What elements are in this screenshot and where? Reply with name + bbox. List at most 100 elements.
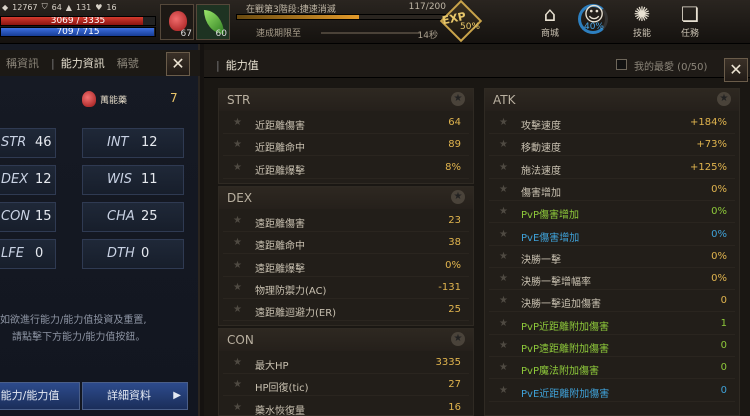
favorite-star-icon[interactable]: ★ bbox=[233, 282, 242, 293]
stat-row[interactable]: ★ HP回復(tic) 27 bbox=[223, 375, 469, 397]
skill-icon: ✺ bbox=[633, 2, 651, 26]
con-card: CON ★ ★ 最大HP 3335 ★ HP回復(tic) 27 ★ 藥水恢復量 16 bbox=[218, 328, 474, 416]
close-character-panel-button[interactable]: ✕ bbox=[166, 52, 190, 76]
stat-row[interactable]: ★ 物理防禦力(AC) -131 bbox=[223, 278, 469, 299]
stat-row-name: 物理防禦力(AC) bbox=[255, 285, 327, 297]
stat-row[interactable]: ★ 近距離命中 89 bbox=[223, 135, 469, 157]
favorite-star-icon[interactable]: ★ bbox=[233, 379, 242, 390]
stat-row[interactable]: ★ PvP魔法附加傷害 0 bbox=[489, 358, 735, 380]
stat-row[interactable]: ★ 決勝一擊追加傷害 0 bbox=[489, 291, 735, 313]
stat-row-value: 27 bbox=[448, 379, 461, 391]
stat-row[interactable]: ★ 攻擊速度 +184% bbox=[489, 113, 735, 134]
stat-row-value: +184% bbox=[690, 117, 727, 128]
stat-row[interactable]: ★ 最大HP 3335 bbox=[223, 353, 469, 374]
favorite-star-icon[interactable]: ★ bbox=[499, 340, 508, 351]
favorite-star-icon[interactable]: ★ bbox=[499, 184, 508, 195]
stat-row-name: 遠距離爆擊 bbox=[255, 263, 305, 275]
tab-ability-info[interactable]: 能力資訊 bbox=[45, 55, 111, 71]
stat-name: STR bbox=[1, 135, 27, 150]
leaf-item-slot[interactable]: 60 bbox=[196, 4, 230, 40]
stat-row[interactable]: ★ 施法速度 +125% bbox=[489, 158, 735, 179]
favorite-star-icon[interactable]: ★ bbox=[499, 139, 508, 150]
favorite-star-icon[interactable]: ★ bbox=[451, 92, 465, 106]
favorite-star-icon[interactable]: ★ bbox=[499, 295, 508, 306]
favorite-star-icon[interactable]: ★ bbox=[499, 385, 508, 396]
favorite-star-icon[interactable]: ★ bbox=[499, 206, 508, 217]
stat-row-name: 決勝一擊增幅率 bbox=[521, 277, 591, 289]
favorite-star-icon[interactable]: ★ bbox=[233, 162, 242, 173]
favorite-star-icon[interactable]: ★ bbox=[499, 362, 508, 373]
stat-con: CON 15 bbox=[0, 202, 56, 232]
stat-row[interactable]: ★ 遠距離傷害 23 bbox=[223, 211, 469, 232]
hud-stats: ◆ 12767 ⛉ 64 ▲ 131 ♥ 16 bbox=[2, 2, 152, 12]
character-icon: ☺ bbox=[583, 2, 605, 26]
skill-button[interactable]: ✺ 技能 bbox=[620, 2, 664, 42]
shop-button[interactable]: ⌂ 商城 bbox=[528, 2, 572, 42]
favorite-star-icon[interactable]: ★ bbox=[717, 92, 731, 106]
close-ability-panel-button[interactable]: ✕ bbox=[724, 58, 748, 82]
stat-row-value: 3335 bbox=[435, 357, 461, 368]
favorite-star-icon[interactable]: ★ bbox=[233, 402, 242, 413]
stat-row-value: 0% bbox=[711, 228, 727, 240]
favorite-star-icon[interactable]: ★ bbox=[233, 304, 242, 315]
details-button[interactable]: 詳細資料 ▶ bbox=[82, 382, 188, 410]
dex-card: DEX ★ ★ 遠距離傷害 23 ★ 遠距離命中 38 ★ 遠距離爆擊 0% ★ 物理防禦力(AC)… bbox=[218, 186, 474, 326]
stat-row[interactable]: ★ 近距離傷害 64 bbox=[223, 113, 469, 134]
stat-row[interactable]: ★ PvE近距離附加傷害 0 bbox=[489, 381, 735, 402]
stat-row-value: 0 bbox=[720, 340, 727, 351]
favorite-star-icon[interactable]: ★ bbox=[499, 162, 508, 173]
allocate-stats-label: 能力/能力值 bbox=[0, 389, 60, 402]
favorite-star-icon[interactable]: ★ bbox=[451, 332, 465, 346]
stat-row[interactable]: ★ 遠距離迴避力(ER) 25 bbox=[223, 300, 469, 322]
top-hud: ◆ 12767 ⛉ 64 ▲ 131 ♥ 16 3069 / 3335 709 / 71… bbox=[0, 0, 750, 44]
favorite-star-icon[interactable]: ★ bbox=[233, 237, 242, 248]
favorite-star-icon[interactable]: ★ bbox=[233, 357, 242, 368]
stat-row[interactable]: ★ PvE傷害增加 0% bbox=[489, 225, 735, 246]
allocate-stats-button[interactable]: 能力/能力值 bbox=[0, 382, 80, 410]
quest-button[interactable]: ❏ 任務 bbox=[668, 2, 712, 42]
favorite-star-icon[interactable]: ★ bbox=[233, 260, 242, 271]
armor-icon: ▲ bbox=[65, 2, 72, 12]
card-header: DEX ★ bbox=[219, 187, 473, 209]
stat-row[interactable]: ★ 決勝一擊 0% bbox=[489, 247, 735, 268]
stat-row[interactable]: ★ 傷害增加 0% bbox=[489, 180, 735, 201]
mp-bar: 709 / 715 bbox=[0, 27, 156, 37]
stat-row-value: +73% bbox=[696, 139, 727, 151]
stat-row-value: 0 bbox=[720, 362, 727, 374]
stat-row[interactable]: ★ PvP近距離附加傷害 1 bbox=[489, 314, 735, 335]
stat-name: LFE bbox=[1, 246, 24, 261]
character-button[interactable]: ☺ 40% bbox=[572, 2, 616, 42]
stat-lfe: LFE 0 bbox=[0, 239, 56, 269]
stat-row[interactable]: ★ PvP傷害增加 0% bbox=[489, 202, 735, 224]
stat-row-value: 89 bbox=[448, 139, 461, 151]
favorite-star-icon[interactable]: ★ bbox=[233, 117, 242, 128]
stat-value: 25 bbox=[141, 209, 158, 224]
favorites-checkbox[interactable] bbox=[616, 59, 627, 70]
stat-row[interactable]: ★ 藥水恢復量 16 bbox=[223, 398, 469, 416]
favorite-star-icon[interactable]: ★ bbox=[233, 215, 242, 226]
card-title: STR bbox=[227, 93, 251, 107]
potion-slot[interactable]: 67 bbox=[160, 4, 194, 40]
stat-row[interactable]: ★ 近距離爆擊 8% bbox=[223, 158, 469, 179]
favorite-star-icon[interactable]: ★ bbox=[451, 190, 465, 204]
stat-row[interactable]: ★ 移動速度 +73% bbox=[489, 135, 735, 157]
exp-indicator: EXP 50% bbox=[439, 0, 483, 43]
favorite-star-icon[interactable]: ★ bbox=[499, 229, 508, 240]
stat-row[interactable]: ★ 決勝一擊增幅率 0% bbox=[489, 269, 735, 291]
quest-tracker[interactable]: 在戰第3階段:捷速消滅 117/200 速成期限至 14秒 bbox=[236, 2, 446, 42]
stat-name: INT bbox=[107, 135, 129, 150]
tab-titles[interactable]: 稱號 bbox=[111, 55, 145, 71]
stat-row[interactable]: ★ 遠距離命中 38 bbox=[223, 233, 469, 255]
shop-icon: ⌂ bbox=[543, 2, 557, 26]
stat-row[interactable]: ★ PvP遠距離附加傷害 0 bbox=[489, 336, 735, 357]
tab-character-info[interactable]: 稱資訊 bbox=[0, 55, 45, 71]
favorite-star-icon[interactable]: ★ bbox=[233, 139, 242, 150]
favorite-star-icon[interactable]: ★ bbox=[499, 273, 508, 284]
elixir-label: 萬能藥 bbox=[100, 96, 128, 106]
hud-stat-level: 64 bbox=[51, 2, 62, 12]
stat-name: CHA bbox=[107, 209, 135, 224]
favorite-star-icon[interactable]: ★ bbox=[499, 251, 508, 262]
favorite-star-icon[interactable]: ★ bbox=[499, 117, 508, 128]
stat-row[interactable]: ★ 遠距離爆擊 0% bbox=[223, 256, 469, 277]
favorite-star-icon[interactable]: ★ bbox=[499, 318, 508, 329]
